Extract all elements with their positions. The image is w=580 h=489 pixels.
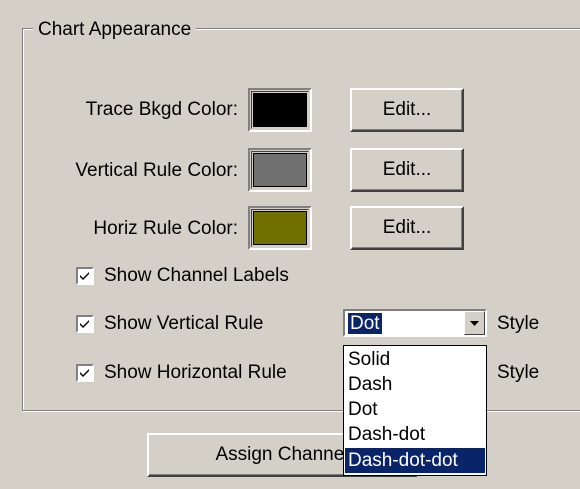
show-channel-labels-label[interactable]: Show Channel Labels	[104, 265, 289, 287]
trace-bkgd-color-swatch[interactable]	[248, 88, 312, 132]
style-select-value: Dot	[347, 312, 383, 335]
vertical-rule-style-select[interactable]: Dot	[343, 309, 487, 337]
vertical-style-label: Style	[497, 313, 540, 334]
check-icon	[80, 369, 89, 377]
dropdown-arrow-button[interactable]	[464, 311, 485, 335]
vertical-rule-color-swatch[interactable]	[248, 148, 312, 192]
style-option-dash-dot-dot[interactable]: Dash-dot-dot	[345, 448, 485, 473]
show-vertical-rule-label[interactable]: Show Vertical Rule	[104, 313, 263, 335]
group-title: Chart Appearance	[33, 19, 197, 41]
style-dropdown-list[interactable]: Solid Dash Dot Dash-dot Dash-dot-dot	[343, 345, 487, 476]
vertical-rule-color-label: Vertical Rule Color:	[75, 160, 238, 181]
style-option-dash-dot[interactable]: Dash-dot	[345, 422, 485, 447]
show-horizontal-rule-checkbox[interactable]	[76, 364, 94, 382]
vertical-rule-edit-button[interactable]: Edit...	[350, 148, 464, 192]
style-option-solid[interactable]: Solid	[345, 347, 485, 372]
horiz-rule-color-label: Horiz Rule Color:	[93, 218, 238, 239]
check-icon	[80, 320, 89, 328]
trace-bkgd-color-label: Trace Bkgd Color:	[85, 99, 238, 120]
horiz-rule-color-swatch[interactable]	[248, 206, 312, 250]
swatch-fill	[253, 211, 307, 245]
chevron-down-icon	[470, 320, 479, 326]
swatch-fill	[253, 153, 307, 187]
show-vertical-rule-checkbox[interactable]	[76, 315, 94, 333]
style-option-dot[interactable]: Dot	[345, 397, 485, 422]
check-icon	[80, 272, 89, 280]
horiz-rule-edit-button[interactable]: Edit...	[350, 206, 464, 250]
swatch-fill	[253, 93, 307, 127]
show-horizontal-rule-label[interactable]: Show Horizontal Rule	[104, 362, 287, 384]
show-channel-labels-checkbox[interactable]	[76, 267, 94, 285]
style-option-dash[interactable]: Dash	[345, 372, 485, 397]
horizontal-style-label: Style	[497, 362, 540, 383]
trace-bkgd-edit-button[interactable]: Edit...	[350, 88, 464, 132]
